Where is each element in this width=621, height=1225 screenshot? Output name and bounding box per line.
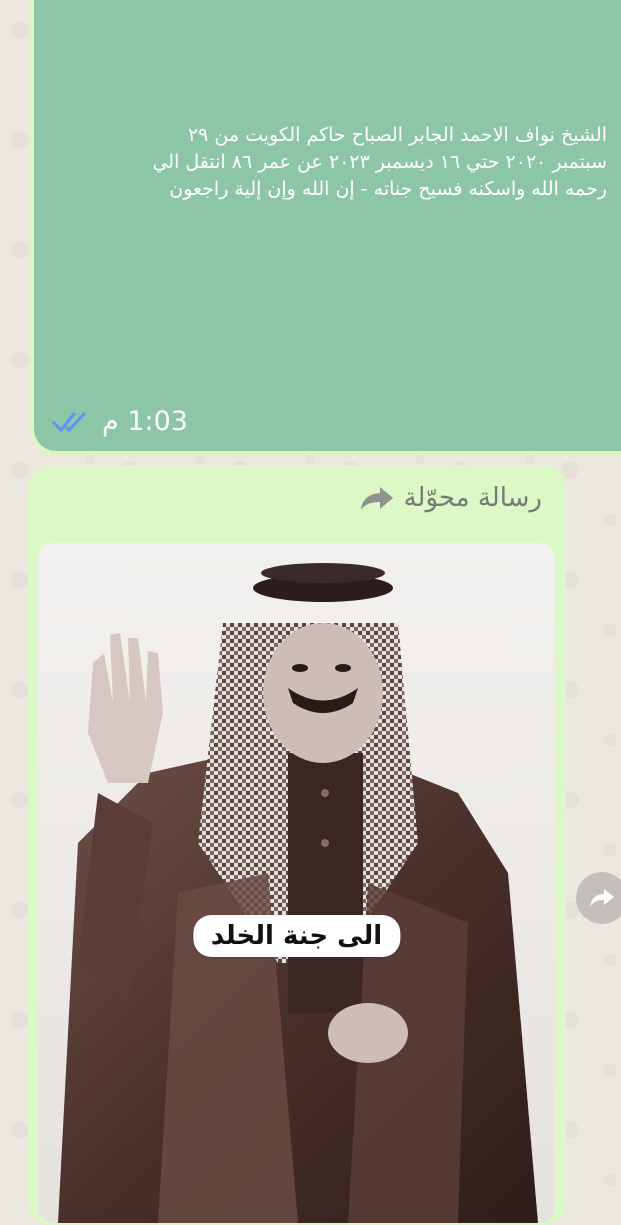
- portrait-image: [38, 543, 555, 1223]
- message-time: 1:03 م: [102, 406, 188, 437]
- share-forward-icon: [590, 889, 614, 907]
- forwarded-photo[interactable]: الى جنة الخلد: [38, 543, 555, 1223]
- double-check-icon: [52, 412, 86, 431]
- share-forward-button[interactable]: [576, 872, 621, 924]
- outgoing-message-bubble[interactable]: الشيخ نواف الاحمد الجابر الصباح حاكم الك…: [30, 0, 621, 455]
- forwarded-label: رسالة محوّلة: [403, 483, 542, 513]
- forwarded-image-bubble[interactable]: رسالة محوّلة الى جنة الخلد: [28, 465, 566, 1225]
- message-meta: 1:03 م: [52, 406, 188, 437]
- message-text: الشيخ نواف الاحمد الجابر الصباح حاكم الك…: [152, 124, 607, 200]
- image-overlay-caption: الى جنة الخلد: [192, 915, 401, 957]
- forward-arrow-icon: [360, 487, 393, 510]
- forwarded-header: رسالة محوّلة: [360, 483, 542, 513]
